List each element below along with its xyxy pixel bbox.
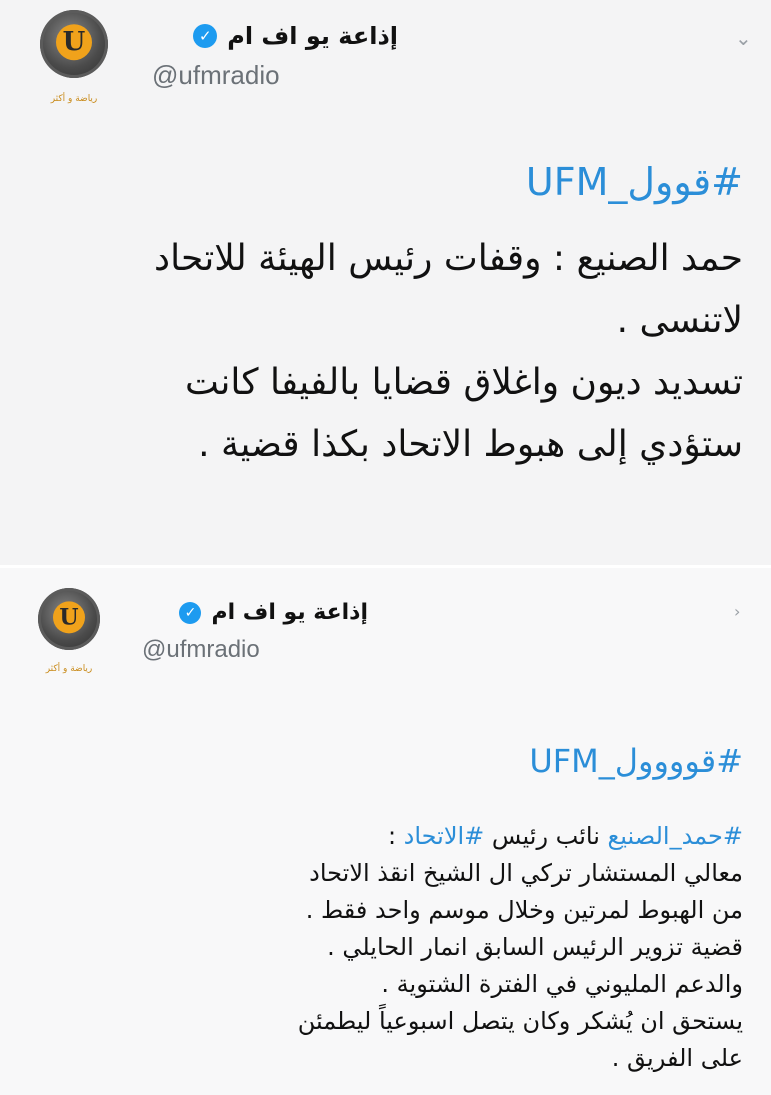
author-name-row[interactable]: ✓ إذاعة يو اف ام [148,22,398,50]
tweet-text-line: على الفريق . [611,1044,743,1072]
tweet-text-line-first: #حمد_الصنيع نائب رئيس #الاتحاد : [23,818,743,855]
avatar-caption: رياضة و أكثر [45,664,93,674]
chevron-down-icon[interactable]: › [734,602,740,621]
hashtag-link[interactable]: #الاتحاد [404,822,485,850]
handle[interactable]: @ufmradio [142,636,260,664]
handle[interactable]: @ufmradio [152,60,280,91]
avatar[interactable]: U [40,10,108,78]
avatar-logo: U [56,24,92,61]
tweet-text: حمد الصنيع : وقفات رئيس الهيئة للاتحاد ل… [23,228,743,476]
tweet-text-line: من الهبوط لمرتين وخلال موسم واحد فقط . [305,896,743,924]
tweet-text-line: لاتنسى . [616,300,743,341]
tweet-card[interactable]: U رياضة و أكثر ✓ إذاعة يو اف ام @ufmradi… [0,0,771,565]
hashtag-link[interactable]: #قوول_UFM [526,160,743,204]
verified-badge-icon: ✓ [193,24,218,48]
avatar-logo: U [53,601,85,634]
tweet-text-line: ستؤدي إلى هبوط الاتحاد بكذا قضية . [198,424,743,465]
avatar[interactable]: U [38,588,100,650]
tweet-text-fragment: نائب رئيس [484,822,608,850]
tweet-text-line: تسديد ديون واغلاق قضايا بالفيفا كانت [185,362,743,403]
tweet-text-line: معالي المستشار تركي ال الشيخ انقذ الاتحا… [309,859,743,887]
author-name-row[interactable]: ✓ إذاعة يو اف ام [138,600,368,625]
display-name: إذاعة يو اف ام [211,600,368,625]
tweet-text-fragment: : [387,822,404,850]
tweet-card[interactable]: U رياضة و أكثر ✓ إذاعة يو اف ام @ufmradi… [0,568,771,1095]
hashtag-link[interactable]: #حمد_الصنيع [608,822,743,850]
tweet-text-line: حمد الصنيع : وقفات رئيس الهيئة للاتحاد [154,238,743,279]
tweet-text-line: والدعم المليوني في الفترة الشتوية . [381,970,743,998]
chevron-down-icon[interactable]: ⌄ [735,26,752,50]
verified-badge-icon: ✓ [179,601,202,624]
hashtag-link[interactable]: #قوووول_UFM [529,742,743,780]
display-name: إذاعة يو اف ام [227,22,398,50]
avatar-caption: رياضة و أكثر [50,94,98,104]
tweet-text: #حمد_الصنيع نائب رئيس #الاتحاد : معالي ا… [23,818,743,1077]
tweet-text-line: يستحق ان يُشكر وكان يتصل اسبوعياً ليطمئن [297,1007,743,1035]
tweet-text-line: قضية تزوير الرئيس السابق انمار الحايلي . [327,933,743,961]
